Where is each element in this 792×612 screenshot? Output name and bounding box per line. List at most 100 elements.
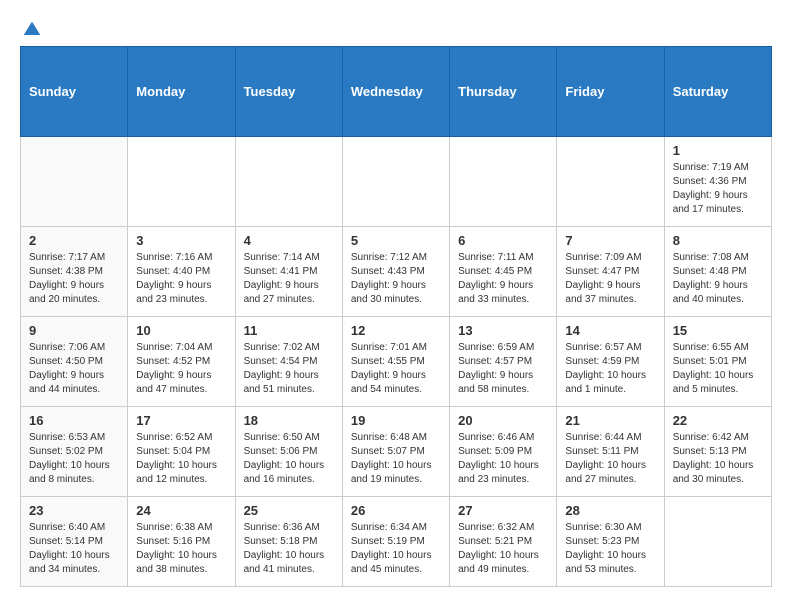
weekday-header-tuesday: Tuesday (235, 47, 342, 137)
cell-day-number: 10 (136, 323, 226, 338)
calendar-cell: 28 Sunrise: 6:30 AM Sunset: 5:23 PM Dayli… (557, 497, 664, 587)
calendar-cell: 7 Sunrise: 7:09 AM Sunset: 4:47 PM Daylig… (557, 227, 664, 317)
calendar-cell (450, 137, 557, 227)
calendar-cell: 9 Sunrise: 7:06 AM Sunset: 4:50 PM Daylig… (21, 317, 128, 407)
calendar-table: SundayMondayTuesdayWednesdayThursdayFrid… (20, 46, 772, 587)
cell-day-number: 17 (136, 413, 226, 428)
cell-info-text: Sunrise: 6:44 AM Sunset: 5:11 PM Dayligh… (565, 431, 655, 487)
cell-info-text: Sunrise: 7:09 AM Sunset: 4:47 PM Dayligh… (565, 251, 655, 307)
cell-day-number: 7 (565, 233, 655, 248)
calendar-cell: 12 Sunrise: 7:01 AM Sunset: 4:55 PM Dayli… (342, 317, 449, 407)
cell-day-number: 23 (29, 503, 119, 518)
cell-day-number: 2 (29, 233, 119, 248)
cell-day-number: 6 (458, 233, 548, 248)
calendar-cell (557, 137, 664, 227)
cell-day-number: 12 (351, 323, 441, 338)
cell-info-text: Sunrise: 7:08 AM Sunset: 4:48 PM Dayligh… (673, 251, 763, 307)
calendar-cell (342, 137, 449, 227)
calendar-cell: 16 Sunrise: 6:53 AM Sunset: 5:02 PM Dayli… (21, 407, 128, 497)
calendar-cell (128, 137, 235, 227)
calendar-cell: 14 Sunrise: 6:57 AM Sunset: 4:59 PM Dayli… (557, 317, 664, 407)
cell-day-number: 18 (244, 413, 334, 428)
calendar-cell: 1 Sunrise: 7:19 AM Sunset: 4:36 PM Daylig… (664, 137, 771, 227)
cell-day-number: 19 (351, 413, 441, 428)
weekday-header-wednesday: Wednesday (342, 47, 449, 137)
cell-info-text: Sunrise: 6:34 AM Sunset: 5:19 PM Dayligh… (351, 521, 441, 577)
cell-day-number: 5 (351, 233, 441, 248)
cell-info-text: Sunrise: 7:17 AM Sunset: 4:38 PM Dayligh… (29, 251, 119, 307)
cell-info-text: Sunrise: 6:52 AM Sunset: 5:04 PM Dayligh… (136, 431, 226, 487)
cell-info-text: Sunrise: 6:48 AM Sunset: 5:07 PM Dayligh… (351, 431, 441, 487)
weekday-header-saturday: Saturday (664, 47, 771, 137)
calendar-cell: 26 Sunrise: 6:34 AM Sunset: 5:19 PM Dayli… (342, 497, 449, 587)
calendar-cell (235, 137, 342, 227)
cell-day-number: 4 (244, 233, 334, 248)
cell-day-number: 28 (565, 503, 655, 518)
calendar-cell: 2 Sunrise: 7:17 AM Sunset: 4:38 PM Daylig… (21, 227, 128, 317)
cell-day-number: 1 (673, 143, 763, 158)
cell-info-text: Sunrise: 7:19 AM Sunset: 4:36 PM Dayligh… (673, 161, 763, 217)
cell-day-number: 8 (673, 233, 763, 248)
cell-info-text: Sunrise: 6:42 AM Sunset: 5:13 PM Dayligh… (673, 431, 763, 487)
weekday-header-friday: Friday (557, 47, 664, 137)
cell-day-number: 27 (458, 503, 548, 518)
cell-info-text: Sunrise: 7:04 AM Sunset: 4:52 PM Dayligh… (136, 341, 226, 397)
calendar-cell: 27 Sunrise: 6:32 AM Sunset: 5:21 PM Dayli… (450, 497, 557, 587)
cell-info-text: Sunrise: 7:14 AM Sunset: 4:41 PM Dayligh… (244, 251, 334, 307)
cell-day-number: 26 (351, 503, 441, 518)
cell-info-text: Sunrise: 7:01 AM Sunset: 4:55 PM Dayligh… (351, 341, 441, 397)
cell-info-text: Sunrise: 7:16 AM Sunset: 4:40 PM Dayligh… (136, 251, 226, 307)
cell-day-number: 20 (458, 413, 548, 428)
calendar-cell: 4 Sunrise: 7:14 AM Sunset: 4:41 PM Daylig… (235, 227, 342, 317)
cell-info-text: Sunrise: 6:36 AM Sunset: 5:18 PM Dayligh… (244, 521, 334, 577)
weekday-header-thursday: Thursday (450, 47, 557, 137)
calendar-cell: 3 Sunrise: 7:16 AM Sunset: 4:40 PM Daylig… (128, 227, 235, 317)
calendar-cell: 24 Sunrise: 6:38 AM Sunset: 5:16 PM Dayli… (128, 497, 235, 587)
calendar-cell: 8 Sunrise: 7:08 AM Sunset: 4:48 PM Daylig… (664, 227, 771, 317)
cell-info-text: Sunrise: 7:02 AM Sunset: 4:54 PM Dayligh… (244, 341, 334, 397)
cell-info-text: Sunrise: 7:06 AM Sunset: 4:50 PM Dayligh… (29, 341, 119, 397)
calendar-cell: 5 Sunrise: 7:12 AM Sunset: 4:43 PM Daylig… (342, 227, 449, 317)
calendar-cell (21, 137, 128, 227)
cell-info-text: Sunrise: 6:38 AM Sunset: 5:16 PM Dayligh… (136, 521, 226, 577)
cell-day-number: 13 (458, 323, 548, 338)
calendar-cell: 21 Sunrise: 6:44 AM Sunset: 5:11 PM Dayli… (557, 407, 664, 497)
cell-info-text: Sunrise: 6:40 AM Sunset: 5:14 PM Dayligh… (29, 521, 119, 577)
cell-info-text: Sunrise: 6:59 AM Sunset: 4:57 PM Dayligh… (458, 341, 548, 397)
cell-day-number: 22 (673, 413, 763, 428)
cell-day-number: 14 (565, 323, 655, 338)
calendar-cell: 13 Sunrise: 6:59 AM Sunset: 4:57 PM Dayli… (450, 317, 557, 407)
cell-day-number: 11 (244, 323, 334, 338)
cell-day-number: 16 (29, 413, 119, 428)
calendar-cell (664, 497, 771, 587)
cell-day-number: 25 (244, 503, 334, 518)
cell-info-text: Sunrise: 6:55 AM Sunset: 5:01 PM Dayligh… (673, 341, 763, 397)
cell-info-text: Sunrise: 6:57 AM Sunset: 4:59 PM Dayligh… (565, 341, 655, 397)
calendar-cell: 25 Sunrise: 6:36 AM Sunset: 5:18 PM Dayli… (235, 497, 342, 587)
cell-info-text: Sunrise: 6:50 AM Sunset: 5:06 PM Dayligh… (244, 431, 334, 487)
calendar-cell: 17 Sunrise: 6:52 AM Sunset: 5:04 PM Dayli… (128, 407, 235, 497)
cell-day-number: 3 (136, 233, 226, 248)
calendar-cell: 23 Sunrise: 6:40 AM Sunset: 5:14 PM Dayli… (21, 497, 128, 587)
calendar-cell: 15 Sunrise: 6:55 AM Sunset: 5:01 PM Dayli… (664, 317, 771, 407)
calendar-cell: 19 Sunrise: 6:48 AM Sunset: 5:07 PM Dayli… (342, 407, 449, 497)
calendar-cell: 20 Sunrise: 6:46 AM Sunset: 5:09 PM Dayli… (450, 407, 557, 497)
calendar-cell: 22 Sunrise: 6:42 AM Sunset: 5:13 PM Dayli… (664, 407, 771, 497)
cell-info-text: Sunrise: 7:11 AM Sunset: 4:45 PM Dayligh… (458, 251, 548, 307)
logo-icon (22, 20, 42, 40)
calendar-cell: 18 Sunrise: 6:50 AM Sunset: 5:06 PM Dayli… (235, 407, 342, 497)
calendar-cell: 11 Sunrise: 7:02 AM Sunset: 4:54 PM Dayli… (235, 317, 342, 407)
cell-info-text: Sunrise: 6:46 AM Sunset: 5:09 PM Dayligh… (458, 431, 548, 487)
logo (20, 20, 42, 36)
weekday-header-monday: Monday (128, 47, 235, 137)
cell-info-text: Sunrise: 6:32 AM Sunset: 5:21 PM Dayligh… (458, 521, 548, 577)
cell-day-number: 9 (29, 323, 119, 338)
cell-info-text: Sunrise: 6:53 AM Sunset: 5:02 PM Dayligh… (29, 431, 119, 487)
cell-day-number: 24 (136, 503, 226, 518)
cell-info-text: Sunrise: 7:12 AM Sunset: 4:43 PM Dayligh… (351, 251, 441, 307)
cell-day-number: 15 (673, 323, 763, 338)
page-header (20, 20, 772, 36)
calendar-cell: 10 Sunrise: 7:04 AM Sunset: 4:52 PM Dayli… (128, 317, 235, 407)
cell-day-number: 21 (565, 413, 655, 428)
cell-info-text: Sunrise: 6:30 AM Sunset: 5:23 PM Dayligh… (565, 521, 655, 577)
